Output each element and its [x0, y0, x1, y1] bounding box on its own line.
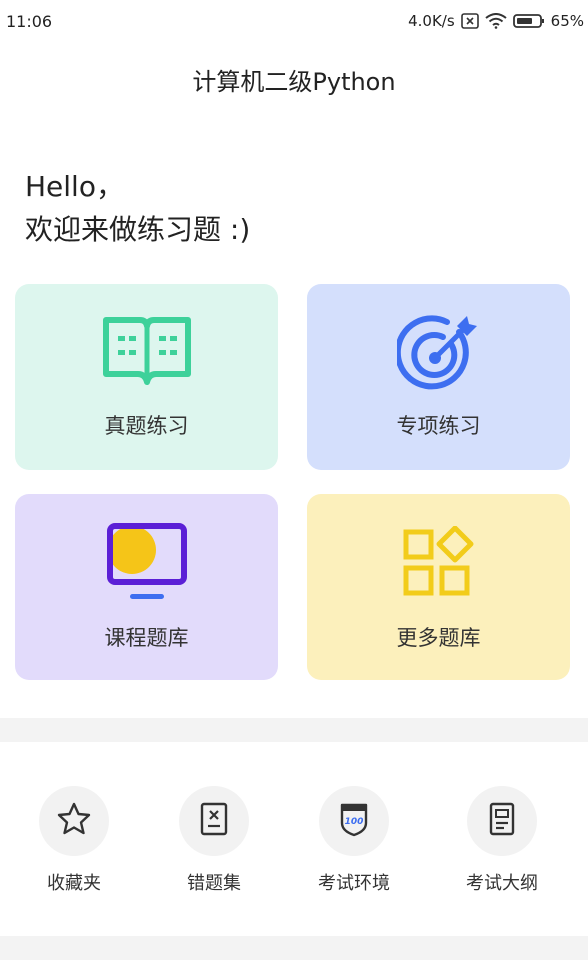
card-label: 专项练习: [396, 414, 481, 438]
open-book-icon: [102, 314, 192, 390]
bottom-divider: [0, 936, 588, 960]
target-icon: [394, 312, 481, 396]
greeting-line-1: Hello，: [25, 170, 124, 203]
card-label: 真题练习: [104, 414, 189, 438]
status-bar: 11:06 4.0K/s 65%: [0, 0, 588, 46]
battery-level: 65%: [550, 12, 584, 30]
card-topic-practice[interactable]: 专项练习: [307, 284, 570, 470]
quick-link-circle: 100: [319, 786, 389, 856]
quick-link-label: 错题集: [187, 873, 241, 894]
outline-document-icon: [486, 801, 518, 841]
quick-link-favorites[interactable]: 收藏夹: [14, 786, 134, 895]
quick-link-exam-outline[interactable]: 考试大纲: [442, 786, 562, 895]
status-indicators: 4.0K/s 65%: [408, 12, 584, 30]
svg-text:100: 100: [345, 817, 364, 827]
monitor-icon: [106, 522, 188, 608]
star-icon: [56, 801, 92, 841]
card-more-banks[interactable]: 更多题库: [307, 494, 570, 680]
card-label: 更多题库: [396, 626, 481, 650]
quick-link-label: 考试环境: [318, 873, 390, 894]
card-course-bank[interactable]: 课程题库: [15, 494, 278, 680]
quick-link-label: 考试大纲: [466, 873, 538, 894]
quick-link-exam-environment[interactable]: 100 考试环境: [294, 786, 414, 895]
quick-link-wrong-answers[interactable]: 错题集: [154, 786, 274, 895]
card-label: 课程题库: [104, 626, 189, 650]
greeting: Hello， 欢迎来做练习题 :): [25, 165, 250, 251]
quick-link-circle: [467, 786, 537, 856]
card-past-exams[interactable]: 真题练习: [15, 284, 278, 470]
quick-link-label: 收藏夹: [47, 873, 101, 894]
quick-link-circle: [39, 786, 109, 856]
battery-icon: [512, 13, 545, 29]
page-title: 计算机二级Python: [192, 68, 396, 96]
wrong-answers-icon: [198, 801, 230, 841]
quick-link-circle: [179, 786, 249, 856]
wifi-icon: [485, 13, 507, 29]
section-divider: [0, 718, 588, 742]
apps-grid-icon: [403, 525, 475, 602]
sim-absent-icon: [460, 13, 479, 29]
greeting-line-2: 欢迎来做练习题 :): [25, 213, 251, 246]
exam-badge-icon: 100: [338, 801, 370, 841]
status-time: 11:06: [6, 12, 53, 31]
network-speed: 4.0K/s: [408, 12, 455, 30]
